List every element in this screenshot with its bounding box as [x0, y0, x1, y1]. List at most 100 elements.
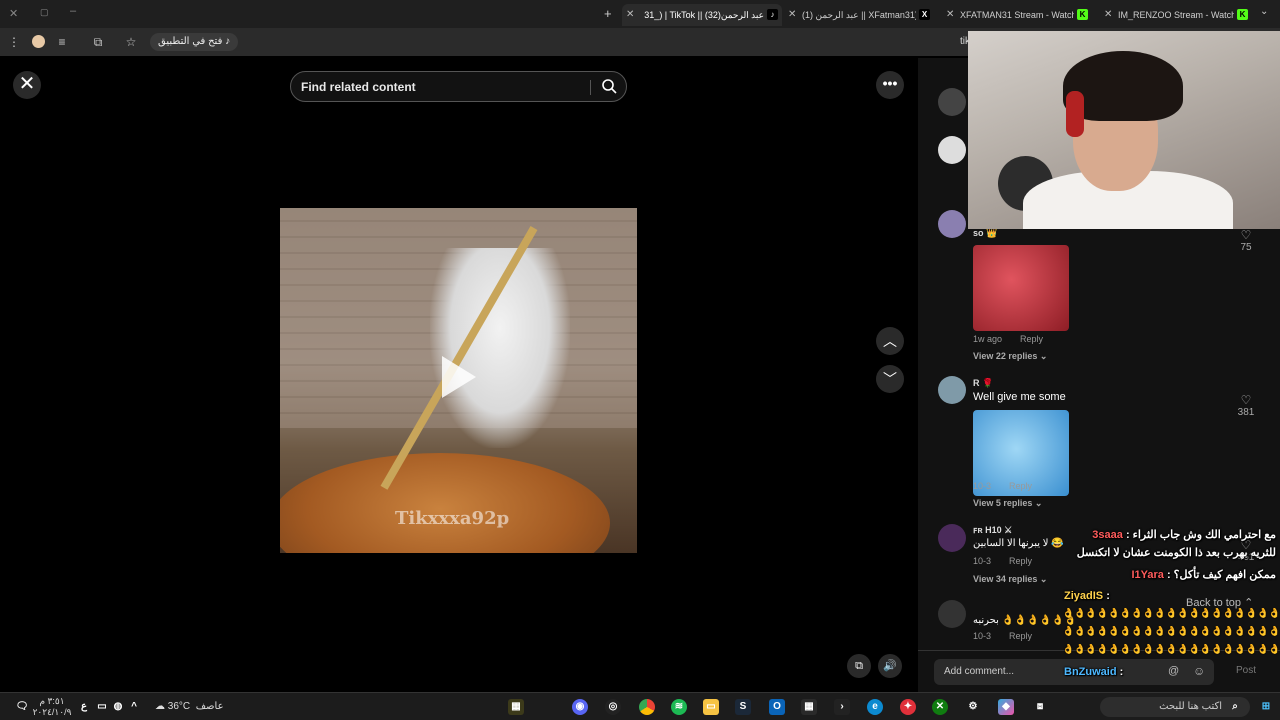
tab-close-icon[interactable]: ✕: [1104, 4, 1112, 26]
weather-widget[interactable]: ☁ 36°C عاصف: [155, 701, 224, 712]
avatar[interactable]: [938, 376, 966, 404]
media-queue-icon[interactable]: ≡: [54, 34, 70, 50]
video-watermark: Tikxxxa92p: [395, 508, 510, 529]
tab-x-profile[interactable]: ✕ (1) عبد الرحمن || XFatman31) / X X: [784, 4, 934, 26]
comment-time: 1w ago: [973, 334, 1003, 344]
comment-text: لا يبرنها الا السابين 😂: [973, 538, 1064, 549]
window-restore-icon[interactable]: ▢: [40, 7, 49, 18]
notification-icon[interactable]: 🗨: [14, 699, 30, 715]
search-placeholder: Find related content: [301, 80, 416, 94]
heart-icon: ♡: [1240, 228, 1252, 242]
obs-icon[interactable]: ◎: [605, 699, 621, 715]
store-icon[interactable]: ▦: [801, 699, 817, 715]
comment-username[interactable]: so 👑: [973, 228, 997, 239]
like-button[interactable]: ♡ 381: [1236, 393, 1256, 418]
previous-video-button[interactable]: ︿: [876, 327, 904, 355]
reply-button[interactable]: Reply: [1009, 556, 1032, 566]
comment-meta: 10-3 Reply: [973, 556, 1050, 566]
tab-close-icon[interactable]: ✕: [626, 4, 634, 26]
discord-icon[interactable]: ◉: [572, 699, 588, 715]
xbox-icon[interactable]: ✕: [932, 699, 948, 715]
tray-chevron-icon[interactable]: ^: [126, 699, 142, 715]
volume-icon[interactable]: 🔊: [878, 654, 902, 678]
settings-icon[interactable]: ⚙: [965, 699, 981, 715]
view-replies-label: View 34 replies: [973, 574, 1038, 584]
menu-dots-icon[interactable]: ⋮: [6, 34, 22, 50]
avatar[interactable]: [938, 210, 966, 238]
tab-search-chevron-icon[interactable]: ⌄: [1260, 6, 1268, 17]
like-count: 381: [1237, 407, 1255, 418]
temperature: 36°C: [167, 701, 191, 712]
search-input[interactable]: Find related content: [290, 71, 627, 102]
video-player[interactable]: Tikxxxa92p: [280, 58, 637, 692]
window-minimize-icon[interactable]: –: [70, 5, 76, 17]
start-menu-icon[interactable]: ⊞: [1258, 699, 1274, 715]
view-replies-button[interactable]: View 22 replies ⌄: [973, 351, 1047, 362]
close-viewer-button[interactable]: ✕: [13, 71, 41, 99]
view-replies-button[interactable]: View 5 replies ⌄: [973, 498, 1042, 509]
comment-time: 10-3: [973, 481, 992, 491]
avatar[interactable]: [938, 136, 966, 164]
extensions-icon[interactable]: ⧉: [90, 34, 106, 50]
file-explorer-icon[interactable]: ▭: [703, 699, 719, 715]
steam-icon[interactable]: S: [735, 699, 751, 715]
tab-kick-xfatman[interactable]: ✕ XFATMAN31 Stream - Watch Li K: [942, 4, 1092, 26]
outlook-icon[interactable]: O: [769, 699, 785, 715]
play-icon[interactable]: [442, 356, 476, 398]
copilot-icon[interactable]: ◆: [998, 699, 1014, 715]
edge-icon[interactable]: e: [867, 699, 883, 715]
profile-avatar-icon[interactable]: [30, 34, 46, 50]
language-indicator[interactable]: ع: [76, 699, 92, 715]
avatar[interactable]: [938, 600, 966, 628]
window-close-icon[interactable]: ✕: [9, 7, 18, 20]
chat-username: ZiyadIS: [1064, 590, 1104, 602]
comment-text: Well give me some: [973, 391, 1066, 403]
reply-button[interactable]: Reply: [1009, 481, 1032, 491]
app-red-icon[interactable]: ✦: [900, 699, 916, 715]
chat-spam-line: 👌👌👌👌👌👌👌👌👌👌👌👌👌👌👌👌👌👌👌👌👌👌👌👌: [1062, 626, 1278, 637]
tab-close-icon[interactable]: ✕: [788, 4, 796, 26]
spotify-icon[interactable]: ≋: [671, 699, 687, 715]
display-icon[interactable]: ▭: [94, 699, 110, 715]
comment-username[interactable]: R 🌹: [973, 378, 993, 389]
tab-tiktok[interactable]: ✕ 31_) | TikTok || عبد الرحمن(32) ♪: [622, 4, 782, 26]
clock[interactable]: ٣:٥١ م ٢٠٢٤/١٠/٩: [30, 696, 74, 718]
pip-icon[interactable]: ⧉: [847, 654, 871, 678]
terminal-icon[interactable]: ›: [834, 699, 850, 715]
chat-username: I1Yara: [1131, 569, 1164, 581]
chat-message: للثريه بهرب بعد ذا الكومنت عشان لا اتكنس…: [1077, 546, 1276, 559]
video-frame: Tikxxxa92p: [280, 208, 637, 553]
comment-username[interactable]: ꜰʀ H10 ⚔: [973, 525, 1012, 536]
x-icon: X: [919, 9, 930, 20]
chat-message: ممكن افهم كيف تأكل؟ : I1Yara: [1131, 568, 1276, 581]
reply-button[interactable]: Reply: [1020, 334, 1043, 344]
task-view-icon[interactable]: ⧈: [1032, 699, 1048, 715]
game-app-icon[interactable]: ▦: [508, 699, 524, 715]
clock-time: ٣:٥١ م: [39, 696, 65, 706]
tab-close-icon[interactable]: ✕: [946, 4, 954, 26]
reply-button[interactable]: Reply: [1009, 631, 1032, 641]
bookmark-star-icon[interactable]: ☆: [123, 34, 139, 50]
chat-message-text: للثريه بهرب بعد ذا الكومنت عشان لا اتكنس…: [1076, 547, 1276, 559]
streamer-webcam: [968, 31, 1280, 229]
weather-icon: ☁: [155, 701, 165, 712]
like-button[interactable]: ♡ 75: [1236, 228, 1256, 253]
avatar[interactable]: [938, 524, 966, 552]
chat-message-text: :: [1119, 666, 1124, 678]
chat-spam-line: 👌👌👌👌👌👌👌👌👌👌👌👌👌👌👌👌👌👌👌👌👌👌👌👌: [1062, 608, 1278, 619]
next-video-button[interactable]: ﹀: [876, 365, 904, 393]
open-in-app-button[interactable]: فتح في التطبيق ♪: [150, 33, 239, 51]
heart-icon: ♡: [1240, 393, 1252, 407]
search-icon[interactable]: [601, 78, 617, 94]
chrome-icon[interactable]: [639, 699, 655, 715]
comment-time: 10-3: [973, 556, 992, 566]
more-options-button[interactable]: •••: [876, 71, 904, 99]
new-tab-button[interactable]: +: [604, 6, 612, 21]
network-icon[interactable]: ◍: [110, 699, 126, 715]
windows-taskbar: 🗨 ٣:٥١ م ٢٠٢٤/١٠/٩ ع ▭ ◍ ^ ☁ 36°C عاصف ▦ …: [0, 692, 1280, 720]
avatar[interactable]: [938, 88, 966, 116]
chat-message: مع احترامي الك وش جاب الثراء : 3saaa: [1092, 528, 1276, 541]
view-replies-button[interactable]: View 34 replies ⌄: [973, 574, 1047, 585]
tab-kick-renzoo[interactable]: ✕ IM_RENZOO Stream - Watch Li K: [1100, 4, 1252, 26]
video-cooking-pot: [280, 453, 610, 553]
